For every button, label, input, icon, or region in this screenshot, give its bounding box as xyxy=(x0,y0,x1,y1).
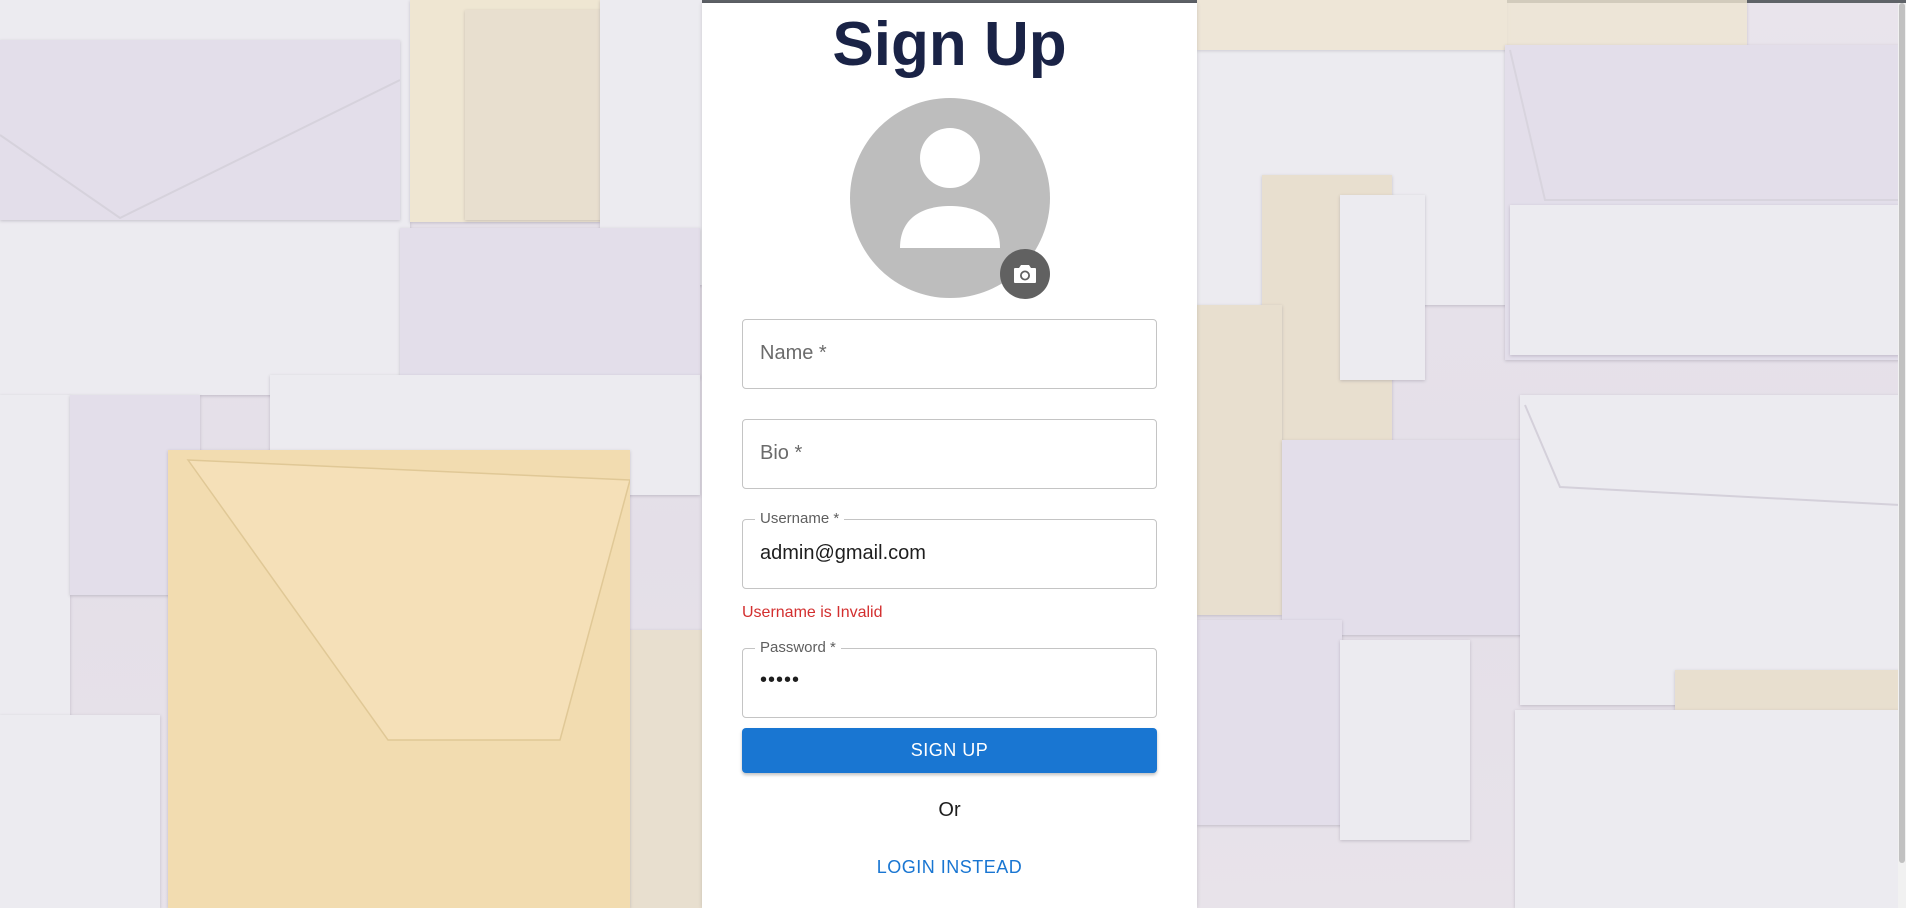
envelope-paper xyxy=(1510,205,1900,355)
bio-field-label: Bio * xyxy=(760,442,803,464)
username-field-label: Username * xyxy=(755,510,845,527)
envelope-paper xyxy=(1282,440,1532,635)
envelope-paper xyxy=(1515,710,1900,908)
envelope-paper xyxy=(1197,305,1282,615)
username-error-message: Username is Invalid xyxy=(742,604,883,621)
envelope-flap xyxy=(1509,49,1900,201)
envelope-paper xyxy=(465,10,605,220)
envelope-flap xyxy=(1524,404,1900,506)
envelope-paper xyxy=(1197,0,1747,50)
name-field-label: Name * xyxy=(760,342,827,364)
upload-photo-button[interactable] xyxy=(1000,249,1050,299)
envelope-paper xyxy=(400,228,700,378)
envelope-flap xyxy=(0,79,400,220)
username-field[interactable]: Username * admin@gmail.com xyxy=(742,510,1157,589)
password-field-value: ••••• xyxy=(760,669,801,691)
password-field[interactable]: Password * ••••• xyxy=(742,639,1157,718)
password-field-label: Password * xyxy=(755,639,841,656)
login-instead-link[interactable]: LOGIN INSTEAD xyxy=(702,857,1197,878)
envelope-paper xyxy=(1340,640,1470,840)
scrollbar-thumb[interactable] xyxy=(1899,3,1905,863)
signup-button[interactable]: SIGN UP xyxy=(742,728,1157,773)
or-divider-text: Or xyxy=(938,799,961,821)
camera-icon xyxy=(1014,265,1036,283)
envelope-paper xyxy=(0,395,70,730)
signup-card: Sign Up Name * Bio * Username * admin@gm… xyxy=(702,3,1197,908)
bio-field[interactable]: Bio * xyxy=(742,419,1157,489)
envelope-paper xyxy=(1340,195,1425,380)
name-field[interactable]: Name * xyxy=(742,319,1157,389)
yellow-envelope-flap xyxy=(186,459,630,741)
username-field-value: admin@gmail.com xyxy=(760,542,926,564)
page-title: Sign Up xyxy=(832,10,1067,79)
envelope-paper xyxy=(0,715,160,908)
envelope-paper xyxy=(1197,620,1342,825)
